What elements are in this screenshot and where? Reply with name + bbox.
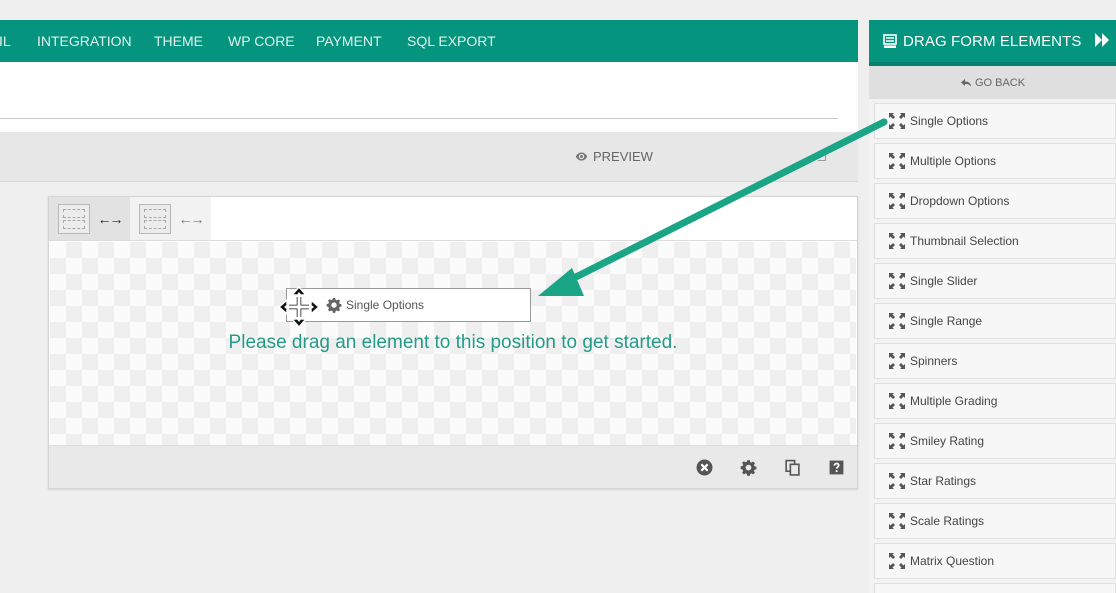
- drag-move-icon: [889, 553, 905, 569]
- drag-move-icon: [889, 193, 905, 209]
- header-area: [0, 62, 858, 132]
- form-elements-sidebar: DRAG FORM ELEMENTS GO BACK Single Option…: [869, 20, 1116, 593]
- drag-move-icon: [889, 513, 905, 529]
- element-label: Single Range: [910, 314, 983, 328]
- element-label: Single Slider: [910, 274, 978, 288]
- resize-arrows-icon: ←→: [97, 210, 124, 227]
- element-star-ratings[interactable]: Star Ratings: [874, 463, 1116, 499]
- drag-move-icon: [889, 433, 905, 449]
- drag-move-icon: [889, 473, 905, 489]
- element-label: Smiley Rating: [910, 434, 985, 448]
- element-label: Scale Ratings: [910, 514, 985, 528]
- drag-move-icon: [889, 273, 905, 289]
- help-icon[interactable]: [828, 459, 845, 476]
- element-scale-ratings[interactable]: Scale Ratings: [874, 503, 1116, 539]
- layout-tabs: ←→ ←→: [49, 197, 857, 241]
- preview-toolbar: PREVIEW: [0, 132, 858, 182]
- top-nav-bar: IL INTEGRATION THEME WP CORE PAYMENT SQL…: [0, 20, 858, 62]
- element-multiple-options[interactable]: Multiple Options: [874, 143, 1116, 179]
- preview-label: PREVIEW: [593, 149, 653, 164]
- drag-move-icon: [889, 113, 905, 129]
- element-spinners[interactable]: Spinners: [874, 343, 1116, 379]
- element-dropdown-options[interactable]: Dropdown Options: [874, 183, 1116, 219]
- drag-move-icon: [889, 233, 905, 249]
- drop-message: Please drag an element to this position …: [228, 332, 678, 353]
- element-label: Star Ratings: [910, 474, 977, 488]
- form-icon: [883, 33, 897, 48]
- tab-sql-export[interactable]: SQL EXPORT: [407, 20, 496, 62]
- element-thumbnail-selection[interactable]: Thumbnail Selection: [874, 223, 1116, 259]
- dragged-element-label: Single Options: [346, 298, 425, 312]
- undo-icon: [960, 78, 971, 87]
- element-label: Spinners: [910, 354, 958, 368]
- drag-move-icon: [889, 313, 905, 329]
- divider: [0, 118, 838, 119]
- tab-theme[interactable]: THEME: [154, 20, 203, 62]
- element-label: Matrix Question: [910, 554, 995, 568]
- corner-mark: [818, 153, 826, 161]
- collapse-sidebar-icon[interactable]: [1094, 31, 1110, 49]
- builder-footer: [49, 445, 857, 488]
- tab-wp-core[interactable]: WP CORE: [228, 20, 295, 62]
- drag-move-icon: [889, 353, 905, 369]
- element-multiple-grading[interactable]: Multiple Grading: [874, 383, 1116, 419]
- sidebar-header: DRAG FORM ELEMENTS: [869, 20, 1116, 62]
- element-matrix-question[interactable]: Matrix Question: [874, 543, 1116, 579]
- element-label: Multiple Grading: [910, 394, 998, 408]
- duplicate-icon[interactable]: [784, 459, 801, 476]
- sidebar-title: DRAG FORM ELEMENTS: [903, 32, 1082, 50]
- element-label: Single Options: [910, 114, 989, 128]
- move-cursor-icon: [278, 286, 320, 328]
- drag-move-icon: [889, 393, 905, 409]
- layout-grid-icon: [138, 203, 171, 234]
- tab-partial[interactable]: IL: [0, 20, 11, 62]
- go-back-button[interactable]: GO BACK: [869, 66, 1116, 99]
- element-single-options[interactable]: Single Options: [874, 103, 1116, 139]
- go-back-label: GO BACK: [974, 76, 1026, 89]
- preview-button[interactable]: PREVIEW: [575, 149, 653, 164]
- element-single-slider[interactable]: Single Slider: [874, 263, 1116, 299]
- element-partial[interactable]: [874, 583, 1116, 593]
- element-label: Dropdown Options: [910, 194, 1010, 208]
- layout-tab-2[interactable]: ←→: [130, 197, 211, 240]
- element-single-range[interactable]: Single Range: [874, 303, 1116, 339]
- form-builder-panel: ←→ ←→ Please drag an element to this pos…: [48, 196, 858, 489]
- resize-arrows-icon: ←→: [178, 210, 205, 227]
- gear-icon: [326, 298, 342, 313]
- form-elements-list: Single Options Multiple Options Dropdown…: [874, 99, 1116, 593]
- element-smiley-rating[interactable]: Smiley Rating: [874, 423, 1116, 459]
- delete-icon[interactable]: [696, 459, 713, 476]
- element-label: Thumbnail Selection: [910, 234, 1019, 248]
- element-label: Multiple Options: [910, 154, 997, 168]
- eye-icon: [575, 152, 588, 161]
- drag-move-icon: [889, 153, 905, 169]
- settings-icon[interactable]: [740, 459, 757, 476]
- layout-tab-1[interactable]: ←→: [49, 197, 130, 240]
- layout-grid-icon: [57, 203, 90, 234]
- tab-payment[interactable]: PAYMENT: [316, 20, 382, 62]
- dragged-element[interactable]: Single Options: [286, 288, 531, 322]
- drop-zone[interactable]: Please drag an element to this position …: [50, 242, 856, 445]
- tab-integration[interactable]: INTEGRATION: [37, 20, 132, 62]
